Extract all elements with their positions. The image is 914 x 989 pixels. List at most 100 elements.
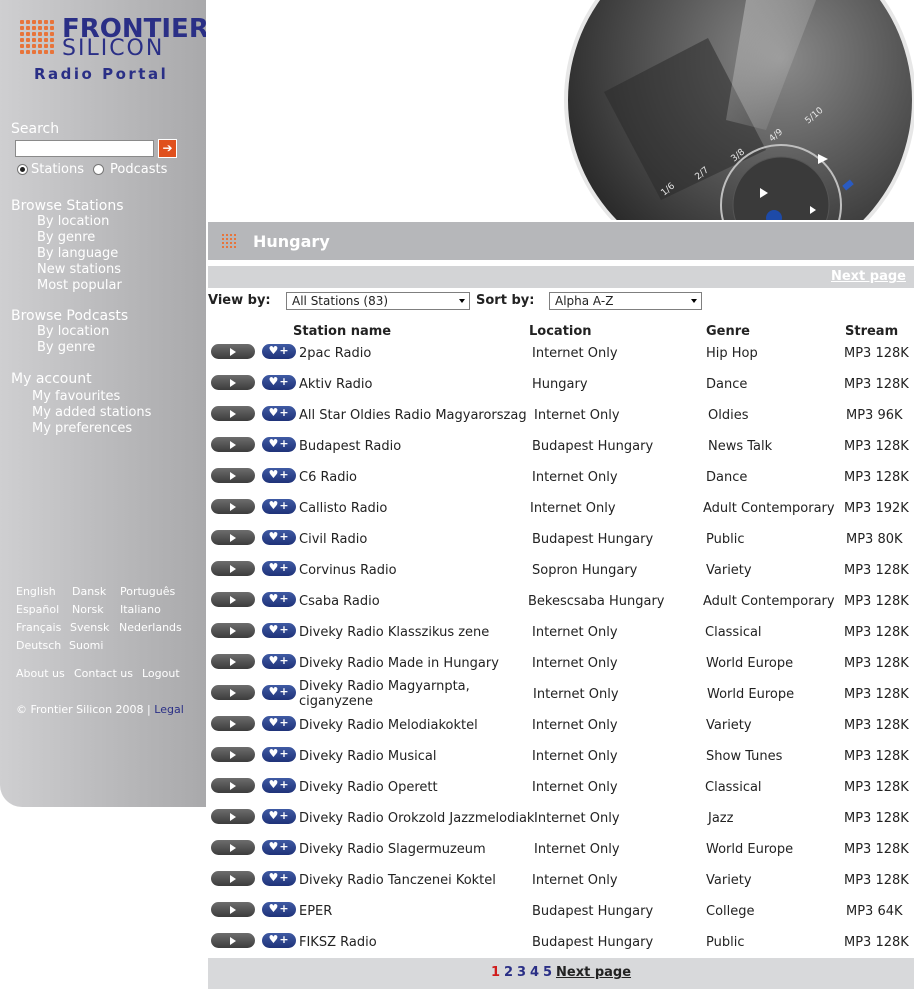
add-favourite-button[interactable]: ♥+ [262, 499, 296, 514]
station-name[interactable]: Callisto Radio [299, 501, 387, 516]
frontier-silicon-logo[interactable]: FRONTIER SILICON Radio Portal [18, 16, 209, 88]
add-favourite-button[interactable]: ♥+ [262, 716, 296, 731]
lang-francais[interactable]: Français [16, 621, 61, 634]
play-button[interactable] [211, 499, 255, 514]
play-button[interactable] [211, 685, 255, 700]
station-name[interactable]: Diveky Radio Klasszikus zene [299, 625, 489, 640]
add-favourite-button[interactable]: ♥+ [262, 778, 296, 793]
play-button[interactable] [211, 778, 255, 793]
page-4-link[interactable]: 4 [530, 965, 539, 980]
station-name[interactable]: Diveky Radio Magyarnpta, ciganyzene [299, 679, 479, 709]
add-favourite-button[interactable]: ♥+ [262, 344, 296, 359]
legal-link[interactable]: Legal [154, 703, 183, 716]
add-favourite-button[interactable]: ♥+ [262, 375, 296, 390]
lang-nederlands[interactable]: Nederlands [119, 621, 182, 634]
top-next-page-link[interactable]: Next page [831, 269, 906, 284]
station-name[interactable]: Civil Radio [299, 532, 367, 547]
bottom-next-page-link[interactable]: Next page [556, 965, 631, 980]
play-button[interactable] [211, 344, 255, 359]
lang-portugues[interactable]: Português [120, 585, 175, 598]
browse-stations-by-language[interactable]: By language [37, 246, 118, 261]
lang-svensk[interactable]: Svensk [70, 621, 109, 634]
add-favourite-button[interactable]: ♥+ [262, 561, 296, 576]
add-favourite-button[interactable]: ♥+ [262, 747, 296, 762]
station-name[interactable]: Diveky Radio Musical [299, 749, 436, 764]
add-favourite-button[interactable]: ♥+ [262, 871, 296, 886]
search-podcasts-radio[interactable] [93, 164, 104, 175]
page-3-link[interactable]: 3 [517, 965, 526, 980]
account-my-preferences[interactable]: My preferences [32, 421, 132, 436]
play-button[interactable] [211, 375, 255, 390]
lang-dansk[interactable]: Dansk [72, 585, 106, 598]
browse-stations-most-popular[interactable]: Most popular [37, 278, 122, 293]
lang-italiano[interactable]: Italiano [120, 603, 161, 616]
view-by-select[interactable]: All Stations (83) [286, 292, 470, 310]
browse-stations-new[interactable]: New stations [37, 262, 121, 277]
footer-logout[interactable]: Logout [142, 667, 180, 680]
station-name[interactable]: Diveky Radio Tanczenei Koktel [299, 873, 496, 888]
search-stations-radio[interactable] [17, 164, 28, 175]
footer-about-us[interactable]: About us [16, 667, 65, 680]
station-name[interactable]: Aktiv Radio [299, 377, 373, 392]
browse-stations-by-genre[interactable]: By genre [37, 230, 95, 245]
lang-espanol[interactable]: Español [16, 603, 59, 616]
play-button[interactable] [211, 716, 255, 731]
browse-stations-by-location[interactable]: By location [37, 214, 109, 229]
station-name[interactable]: Diveky Radio Orokzold Jazzmelodiak [299, 811, 534, 826]
play-button[interactable] [211, 592, 255, 607]
page-5-link[interactable]: 5 [543, 965, 552, 980]
add-favourite-button[interactable]: ♥+ [262, 437, 296, 452]
station-name[interactable]: All Star Oldies Radio Magyarorszag [299, 408, 527, 423]
add-favourite-button[interactable]: ♥+ [262, 592, 296, 607]
station-name[interactable]: Budapest Radio [299, 439, 401, 454]
station-name[interactable]: FIKSZ Radio [299, 935, 377, 950]
play-button[interactable] [211, 623, 255, 638]
add-favourite-button[interactable]: ♥+ [262, 530, 296, 545]
play-button[interactable] [211, 747, 255, 762]
add-favourite-button[interactable]: ♥+ [262, 654, 296, 669]
station-name[interactable]: Diveky Radio Melodiakoktel [299, 718, 478, 733]
station-name[interactable]: 2pac Radio [299, 346, 371, 361]
search-input[interactable] [15, 140, 154, 157]
lang-suomi[interactable]: Suomi [69, 639, 103, 652]
play-button[interactable] [211, 468, 255, 483]
play-button[interactable] [211, 933, 255, 948]
station-name[interactable]: EPER [299, 904, 332, 919]
col-genre[interactable]: Genre [706, 324, 750, 339]
station-name[interactable]: Diveky Radio Operett [299, 780, 438, 795]
add-favourite-button[interactable]: ♥+ [262, 406, 296, 421]
lang-english[interactable]: English [16, 585, 56, 598]
add-favourite-button[interactable]: ♥+ [262, 623, 296, 638]
station-name[interactable]: Diveky Radio Made in Hungary [299, 656, 499, 671]
account-my-favourites[interactable]: My favourites [32, 389, 120, 404]
play-button[interactable] [211, 406, 255, 421]
page-2-link[interactable]: 2 [504, 965, 513, 980]
station-name[interactable]: Corvinus Radio [299, 563, 397, 578]
play-button[interactable] [211, 530, 255, 545]
col-location[interactable]: Location [529, 324, 592, 339]
play-button[interactable] [211, 871, 255, 886]
footer-contact-us[interactable]: Contact us [74, 667, 133, 680]
play-button[interactable] [211, 561, 255, 576]
add-favourite-button[interactable]: ♥+ [262, 840, 296, 855]
station-name[interactable]: Diveky Radio Slagermuzeum [299, 842, 486, 857]
lang-norsk[interactable]: Norsk [72, 603, 104, 616]
search-go-button[interactable]: ➔ [158, 139, 177, 158]
sort-by-select[interactable]: Alpha A-Z [549, 292, 702, 310]
station-name[interactable]: Csaba Radio [299, 594, 380, 609]
lang-deutsch[interactable]: Deutsch [16, 639, 61, 652]
play-button[interactable] [211, 809, 255, 824]
play-button[interactable] [211, 437, 255, 452]
play-button[interactable] [211, 902, 255, 917]
add-favourite-button[interactable]: ♥+ [262, 468, 296, 483]
account-my-added-stations[interactable]: My added stations [32, 405, 151, 420]
add-favourite-button[interactable]: ♥+ [262, 685, 296, 700]
add-favourite-button[interactable]: ♥+ [262, 809, 296, 824]
col-station-name[interactable]: Station name [293, 324, 391, 339]
add-favourite-button[interactable]: ♥+ [262, 902, 296, 917]
station-name[interactable]: C6 Radio [299, 470, 357, 485]
browse-podcasts-by-genre[interactable]: By genre [37, 340, 95, 355]
browse-podcasts-by-location[interactable]: By location [37, 324, 109, 339]
add-favourite-button[interactable]: ♥+ [262, 933, 296, 948]
play-button[interactable] [211, 840, 255, 855]
